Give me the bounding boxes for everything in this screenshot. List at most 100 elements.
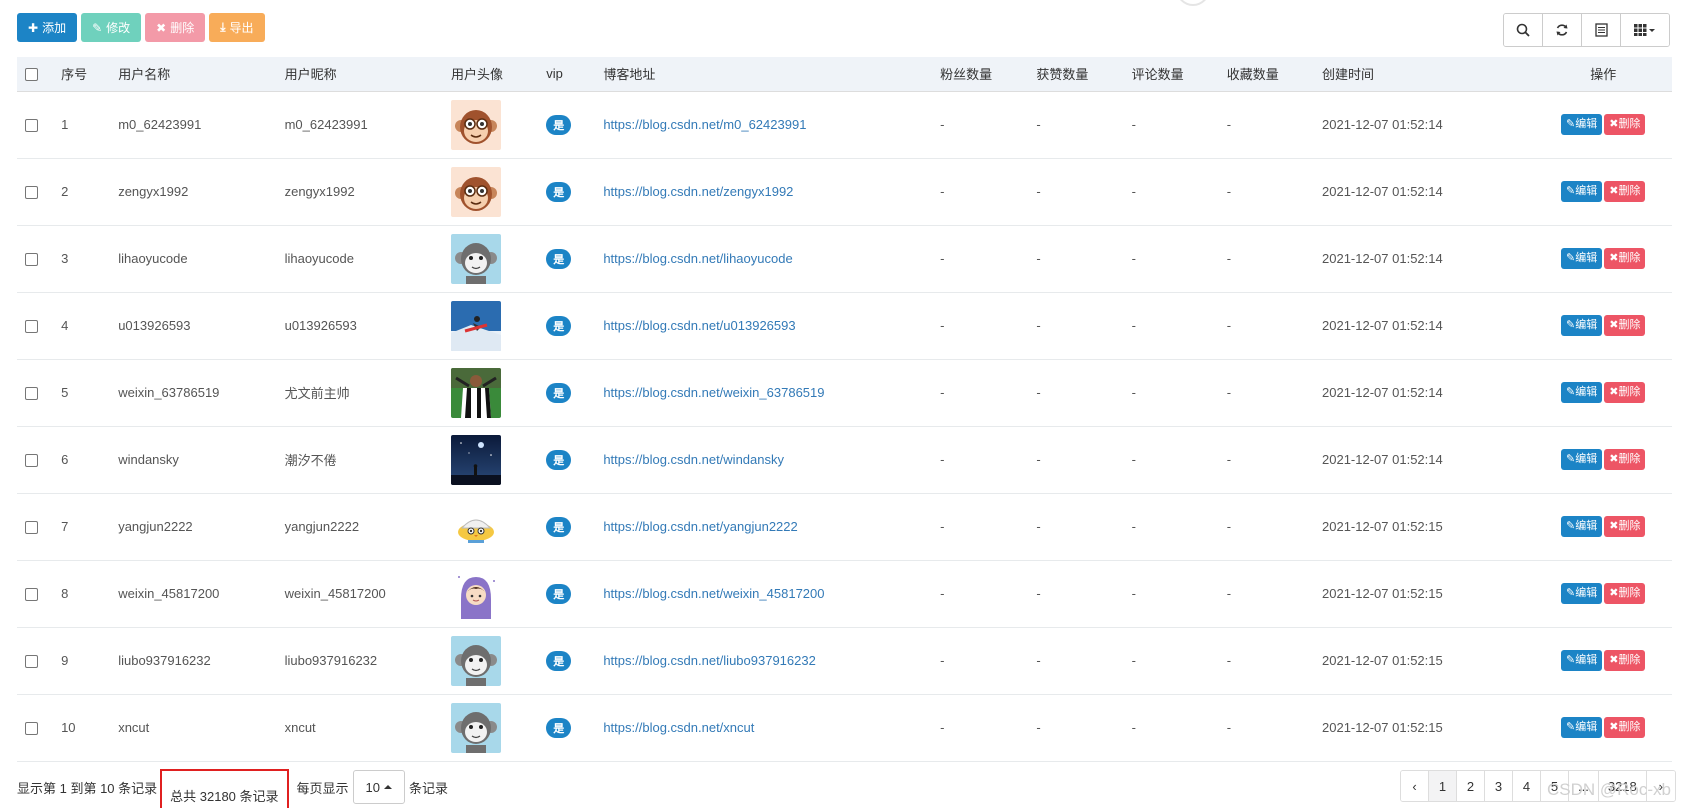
row-edit-button[interactable]: ✎编辑 xyxy=(1561,449,1603,470)
vip-badge: 是 xyxy=(546,650,572,671)
row-delete-button[interactable]: ✖删除 xyxy=(1604,650,1646,671)
row-checkbox[interactable] xyxy=(25,320,38,334)
page-button-3[interactable]: 3 xyxy=(1485,771,1513,801)
cell-likes: - xyxy=(1036,318,1041,333)
table-row[interactable]: 1 m0_62423991 m0_62423991 是 https://blog.csd… xyxy=(17,91,1672,158)
row-select-cell[interactable] xyxy=(17,426,53,493)
cell-avatar xyxy=(443,426,538,493)
select-all-cell[interactable] xyxy=(17,57,54,92)
col-header-comments[interactable]: 评论数量 xyxy=(1123,57,1219,92)
row-edit-button[interactable]: ✎编辑 xyxy=(1561,382,1603,403)
page-button-4[interactable]: 4 xyxy=(1513,771,1541,801)
blog-link[interactable]: https://blog.csdn.net/weixin_45817200 xyxy=(603,586,824,601)
row-edit-button[interactable]: ✎编辑 xyxy=(1561,516,1603,537)
col-header-username[interactable]: 用户名称 xyxy=(110,57,277,92)
row-delete-button[interactable]: ✖删除 xyxy=(1604,382,1646,403)
cell-actions: ✎编辑 ✖删除 xyxy=(1535,158,1672,225)
row-select-cell[interactable] xyxy=(17,627,53,694)
avatar xyxy=(450,434,501,485)
row-checkbox[interactable] xyxy=(25,655,38,669)
col-header-blog-url[interactable]: 博客地址 xyxy=(595,57,933,92)
columns-dropdown-button[interactable] xyxy=(1621,14,1669,46)
cell-avatar xyxy=(443,359,538,426)
cell-favorites: - xyxy=(1226,117,1232,132)
row-checkbox[interactable] xyxy=(25,454,38,468)
blog-link[interactable]: https://blog.csdn.net/u013926593 xyxy=(603,318,795,333)
add-button[interactable]: ✚ 添加 xyxy=(17,13,78,42)
row-checkbox[interactable] xyxy=(25,119,38,133)
col-header-vip[interactable]: vip xyxy=(538,57,596,92)
col-header-no[interactable]: 序号 xyxy=(53,57,111,92)
row-delete-button[interactable]: ✖删除 xyxy=(1604,717,1646,738)
row-checkbox[interactable] xyxy=(25,588,38,602)
row-select-cell[interactable] xyxy=(17,493,53,560)
row-delete-button[interactable]: ✖删除 xyxy=(1604,315,1646,336)
blog-link[interactable]: https://blog.csdn.net/liubo937916232 xyxy=(603,653,816,668)
edit-button[interactable]: ✎ 修改 xyxy=(81,13,142,42)
export-button[interactable]: ⤓ 导出 xyxy=(209,13,265,42)
blog-link[interactable]: https://blog.csdn.net/windansky xyxy=(603,452,784,467)
download-icon: ⤓ xyxy=(220,20,226,34)
row-checkbox[interactable] xyxy=(25,253,38,267)
prev-page-button[interactable]: ‹ xyxy=(1401,771,1429,801)
refresh-button[interactable] xyxy=(1543,14,1582,46)
delete-button[interactable]: ✖ 删除 xyxy=(145,13,206,42)
page-button-2[interactable]: 2 xyxy=(1457,771,1485,801)
row-delete-button[interactable]: ✖删除 xyxy=(1604,114,1646,135)
row-select-cell[interactable] xyxy=(17,560,53,627)
page-size-dropdown[interactable]: 10 xyxy=(352,770,405,804)
blog-link[interactable]: https://blog.csdn.net/zengyx1992 xyxy=(603,184,793,199)
row-select-cell[interactable] xyxy=(17,91,53,158)
row-checkbox[interactable] xyxy=(25,387,38,401)
col-header-fans[interactable]: 粉丝数量 xyxy=(932,57,1029,92)
row-edit-button[interactable]: ✎编辑 xyxy=(1561,181,1603,202)
row-select-cell[interactable] xyxy=(17,359,53,426)
row-delete-button[interactable]: ✖删除 xyxy=(1604,248,1646,269)
table-row[interactable]: 3 lihaoyucode lihaoyucode 是 https://blog.csd… xyxy=(17,225,1672,292)
blog-link[interactable]: https://blog.csdn.net/yangjun2222 xyxy=(603,519,797,534)
row-edit-button[interactable]: ✎编辑 xyxy=(1561,650,1603,671)
table-row[interactable]: 5 weixin_63786519 尤文前主帅 是 https://blog.csdn.… xyxy=(17,359,1672,426)
blog-link[interactable]: https://blog.csdn.net/weixin_63786519 xyxy=(603,385,824,400)
col-header-favorites[interactable]: 收藏数量 xyxy=(1218,57,1315,92)
toggle-view-button[interactable] xyxy=(1582,14,1621,46)
row-delete-button[interactable]: ✖删除 xyxy=(1604,583,1646,604)
caret-down-icon xyxy=(1649,29,1655,32)
col-header-nickname[interactable]: 用户昵称 xyxy=(276,57,443,92)
row-select-cell[interactable] xyxy=(17,292,53,359)
cell-favorites: - xyxy=(1226,318,1232,333)
select-all-checkbox[interactable] xyxy=(25,68,38,82)
row-edit-button[interactable]: ✎编辑 xyxy=(1561,248,1603,269)
row-checkbox[interactable] xyxy=(25,521,38,535)
row-edit-button[interactable]: ✎编辑 xyxy=(1561,114,1603,135)
table-row[interactable]: 2 zengyx1992 zengyx1992 是 https://blog.csdn.… xyxy=(17,158,1672,225)
table-row[interactable]: 8 weixin_45817200 weixin_45817200 是 https://… xyxy=(17,560,1672,627)
row-checkbox[interactable] xyxy=(25,186,38,200)
table-row[interactable]: 7 yangjun2222 yangjun2222 是 https://blog.csd… xyxy=(17,493,1672,560)
row-delete-button[interactable]: ✖删除 xyxy=(1604,516,1646,537)
col-header-likes[interactable]: 获赞数量 xyxy=(1028,57,1124,92)
search-toggle-button[interactable] xyxy=(1504,14,1543,46)
blog-link[interactable]: https://blog.csdn.net/m0_62423991 xyxy=(603,117,806,132)
row-delete-button[interactable]: ✖删除 xyxy=(1604,181,1646,202)
blog-link[interactable]: https://blog.csdn.net/xncut xyxy=(603,720,754,735)
col-header-avatar[interactable]: 用户头像 xyxy=(442,57,539,92)
edit-icon: ✎ xyxy=(1566,587,1576,599)
row-select-cell[interactable] xyxy=(17,225,53,292)
cell-avatar xyxy=(443,292,538,359)
page-button-1[interactable]: 1 xyxy=(1429,771,1457,801)
table-row[interactable]: 10 xncut xncut 是 https://blog.csdn.net/xncut… xyxy=(17,694,1672,761)
table-row[interactable]: 9 liubo937916232 liubo937916232 是 https://bl… xyxy=(17,627,1672,694)
row-delete-button[interactable]: ✖删除 xyxy=(1604,449,1646,470)
row-edit-button[interactable]: ✎编辑 xyxy=(1561,583,1603,604)
row-checkbox[interactable] xyxy=(25,722,38,736)
table-row[interactable]: 6 windansky 潮汐不倦 是 https://blog.csdn.net/win… xyxy=(17,426,1672,493)
row-edit-button[interactable]: ✎编辑 xyxy=(1561,717,1603,738)
row-edit-button[interactable]: ✎编辑 xyxy=(1561,315,1603,336)
col-header-created[interactable]: 创建时间 xyxy=(1314,57,1535,92)
row-select-cell[interactable] xyxy=(17,158,53,225)
row-select-cell[interactable] xyxy=(17,694,53,761)
vip-badge: 是 xyxy=(546,248,572,269)
blog-link[interactable]: https://blog.csdn.net/lihaoyucode xyxy=(603,251,792,266)
table-row[interactable]: 4 u013926593 u013926593 是 https://blog.csdn.… xyxy=(17,292,1672,359)
